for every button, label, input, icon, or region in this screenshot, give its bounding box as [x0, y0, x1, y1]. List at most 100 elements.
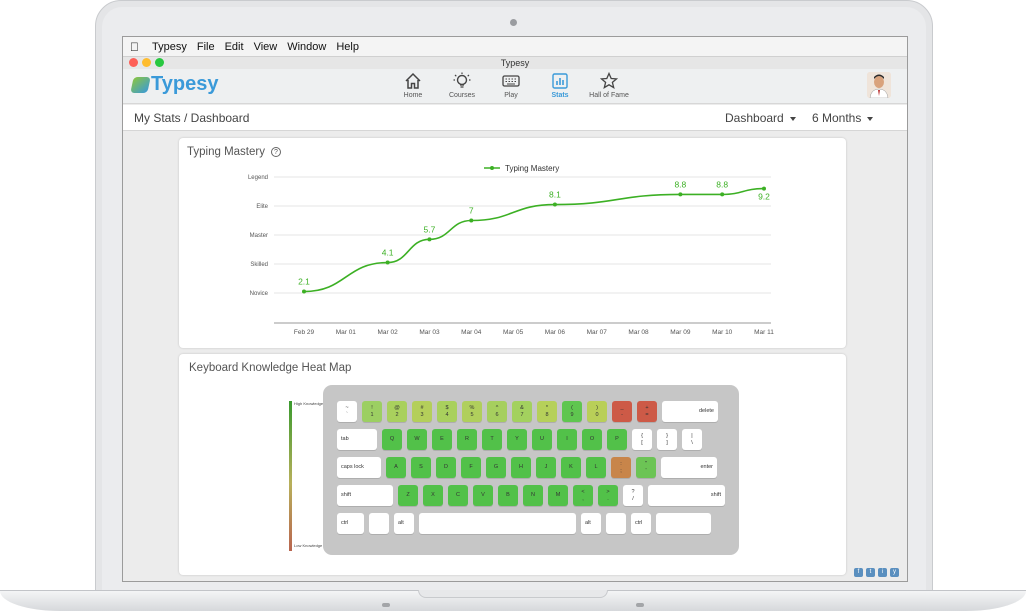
- nav-courses-label: Courses: [448, 92, 476, 99]
- key-glyph: alt: [585, 520, 591, 526]
- youtube-icon[interactable]: y: [890, 568, 899, 577]
- facebook-icon[interactable]: f: [854, 568, 863, 577]
- key-glyph: \: [691, 439, 693, 446]
- key-R: R: [457, 429, 477, 450]
- key-glyph: E: [440, 436, 444, 442]
- laptop-notch: [418, 590, 608, 598]
- key-glyph: [: [641, 439, 643, 446]
- heat-legend-high: High Knowledge: [294, 401, 324, 406]
- key-W: W: [407, 429, 427, 450]
- key-B: B: [498, 485, 518, 506]
- data-point: [385, 260, 390, 265]
- chevron-down-icon: [789, 116, 796, 121]
- nav-hall-of-fame-label: Hall of Fame: [589, 92, 629, 99]
- key-J: J: [536, 457, 556, 478]
- logo-text: Typesy: [151, 73, 219, 95]
- key-: ~ `: [337, 401, 357, 422]
- key-shift: shift: [337, 485, 393, 506]
- range-dropdown[interactable]: 6 Months: [812, 111, 874, 125]
- close-window-button[interactable]: [129, 58, 138, 67]
- x-tick-label: Mar 05: [503, 329, 524, 336]
- key-glyph: ,: [582, 495, 584, 502]
- menu-edit[interactable]: Edit: [225, 41, 244, 53]
- key-8: * 8: [537, 401, 557, 422]
- view-dropdown[interactable]: Dashboard: [725, 111, 796, 125]
- zoom-window-button[interactable]: [155, 58, 164, 67]
- key-glyph: P: [615, 436, 619, 442]
- chevron-down-icon: [867, 116, 874, 121]
- key-glyph: B: [506, 492, 510, 498]
- nav-play[interactable]: Play: [486, 71, 536, 99]
- key-0: ) 0: [587, 401, 607, 422]
- heat-legend-bar: [289, 401, 292, 551]
- key-U: U: [532, 429, 552, 450]
- key-glyph: ': [645, 467, 647, 474]
- key-glyph: A: [394, 464, 398, 470]
- key-glyph: shift: [341, 492, 352, 498]
- menu-app[interactable]: Typesy: [152, 41, 187, 53]
- key-blank: [656, 513, 711, 534]
- key-shift-glyph: ^: [495, 404, 499, 411]
- menu-help[interactable]: Help: [336, 41, 359, 53]
- key-: >.: [598, 485, 618, 506]
- y-tick-label: Skilled: [250, 262, 268, 268]
- twitter-icon[interactable]: t: [866, 568, 875, 577]
- key-glyph: N: [531, 492, 535, 498]
- key-Z: Z: [398, 485, 418, 506]
- key-shift-glyph: $: [445, 404, 449, 411]
- x-tick-label: Mar 08: [628, 329, 649, 336]
- nav-hall-of-fame[interactable]: Hall of Fame: [584, 71, 634, 99]
- key-glyph: /: [632, 495, 634, 502]
- key-glyph: O: [589, 436, 595, 442]
- apple-icon[interactable]: : [130, 40, 144, 54]
- instagram-icon[interactable]: i: [878, 568, 887, 577]
- menu-file[interactable]: File: [197, 41, 215, 53]
- key-A: A: [386, 457, 406, 478]
- nav-home[interactable]: Home: [388, 71, 438, 99]
- data-label: 2.1: [298, 277, 310, 287]
- key-glyph: S: [419, 464, 423, 470]
- key-shift-glyph: +: [645, 404, 649, 411]
- minimize-window-button[interactable]: [142, 58, 151, 67]
- key-glyph: alt: [398, 520, 404, 526]
- typesy-logo[interactable]: Typesy: [130, 73, 219, 96]
- key-blank: [369, 513, 389, 534]
- logo-mark-icon: [130, 76, 151, 93]
- menu-view[interactable]: View: [254, 41, 278, 53]
- y-tick-label: Novice: [250, 291, 269, 297]
- nav-courses[interactable]: Courses: [437, 71, 487, 99]
- camera: [510, 19, 517, 26]
- avatar-image: [867, 72, 891, 98]
- key-glyph: ]: [666, 439, 668, 446]
- key-I: I: [557, 429, 577, 450]
- key-glyph: 0: [595, 411, 599, 418]
- breadcrumb: My Stats / Dashboard: [134, 111, 250, 125]
- key-glyph: caps lock: [341, 464, 364, 470]
- nav-stats[interactable]: Stats: [535, 71, 585, 99]
- key-7: & 7: [512, 401, 532, 422]
- x-tick-label: Mar 04: [461, 329, 482, 336]
- key-glyph: ctrl: [341, 520, 349, 526]
- user-avatar[interactable]: [867, 72, 891, 98]
- key-shift-glyph: &: [520, 404, 524, 411]
- key-X: X: [423, 485, 443, 506]
- nav-stats-label: Stats: [551, 92, 569, 99]
- key-glyph: F: [469, 464, 473, 470]
- key-T: T: [482, 429, 502, 450]
- key-tab: tab: [337, 429, 377, 450]
- x-tick-label: Feb 29: [294, 329, 315, 336]
- key-shift-glyph: ~: [345, 404, 349, 411]
- key-V: V: [473, 485, 493, 506]
- key-glyph: W: [414, 436, 420, 442]
- key-glyph: 8: [545, 411, 549, 418]
- key-: _ -: [612, 401, 632, 422]
- key-delete: delete: [662, 401, 718, 422]
- page-toolbar: My Stats / Dashboard Dashboard 6 Months: [123, 105, 907, 131]
- key-glyph: 4: [445, 411, 449, 418]
- key-glyph: J: [544, 464, 548, 470]
- key-glyph: tab: [341, 436, 349, 442]
- menu-window[interactable]: Window: [287, 41, 326, 53]
- key-glyph: Y: [515, 436, 519, 442]
- key-3: #3: [412, 401, 432, 422]
- key-glyph: Q: [389, 436, 395, 442]
